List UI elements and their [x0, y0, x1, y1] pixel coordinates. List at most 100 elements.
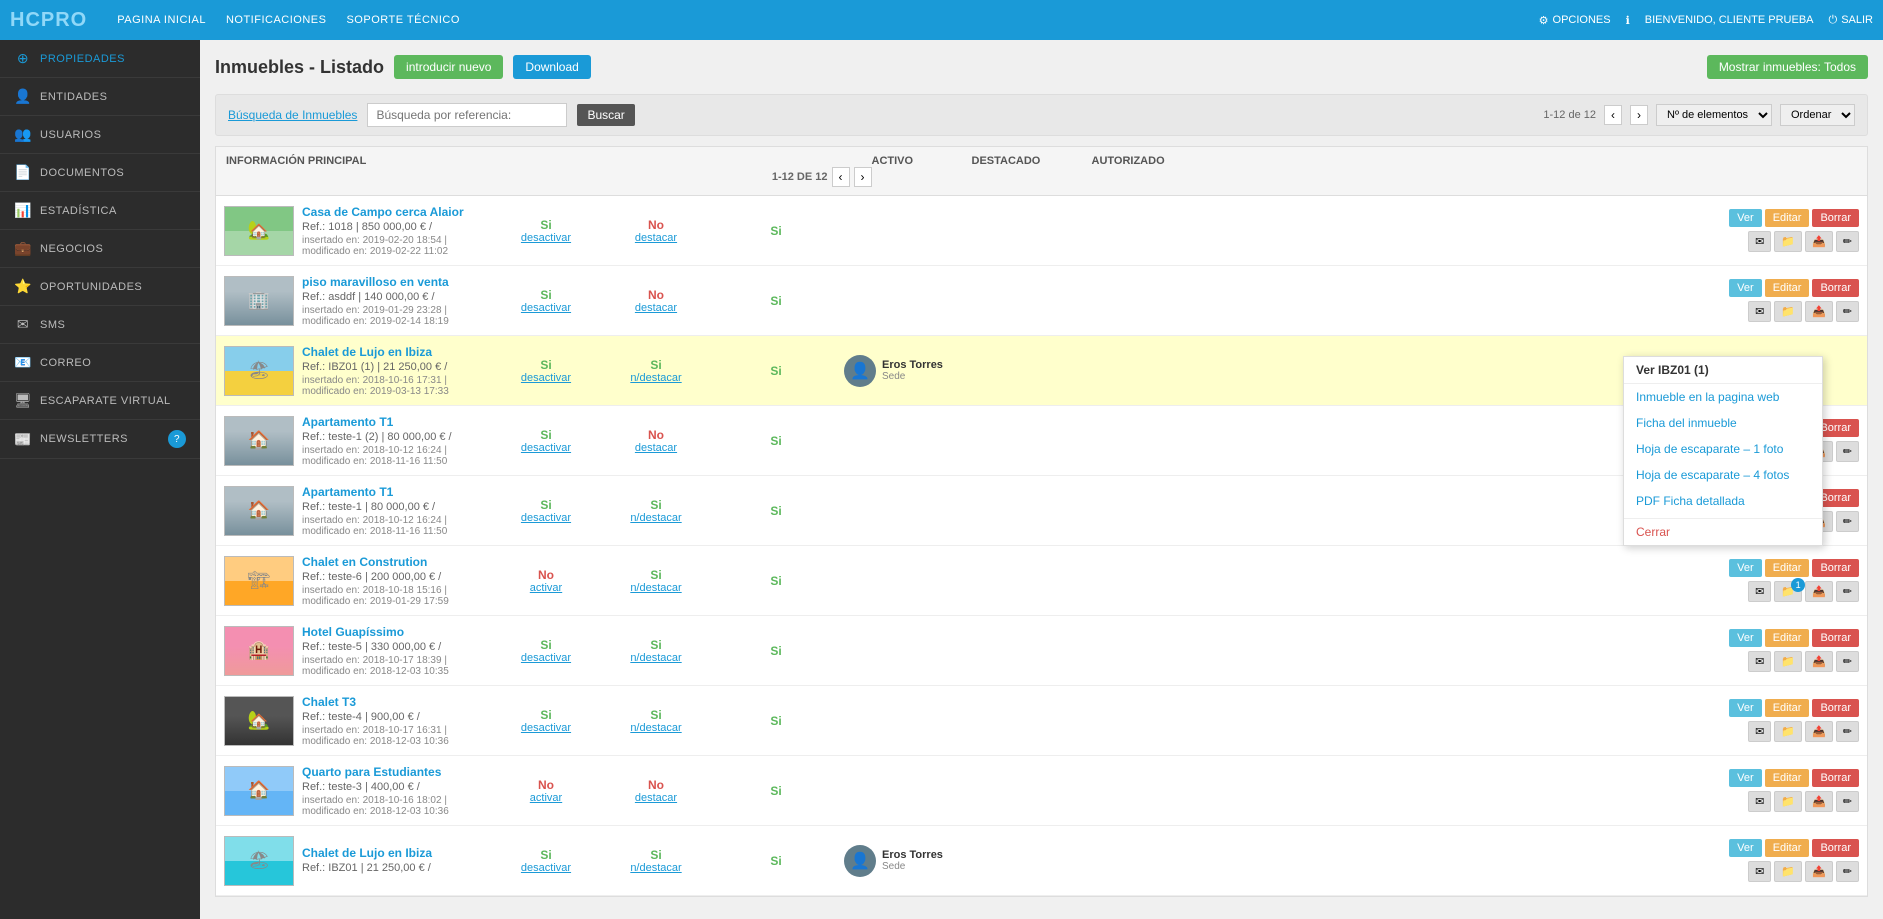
btn-download[interactable]: Download [513, 55, 590, 79]
btn-editar-10[interactable]: Editar [1765, 839, 1810, 857]
options-button[interactable]: ⚙ OPCIONES [1539, 14, 1611, 27]
btn-borrar-2[interactable]: Borrar [1812, 279, 1859, 297]
folder-icon-btn-1[interactable]: 📁 [1774, 231, 1802, 252]
edit-icon-btn-6[interactable]: ✏ [1836, 581, 1859, 602]
folder-icon-btn-2[interactable]: 📁 [1774, 301, 1802, 322]
edit-icon-btn-5[interactable]: ✏ [1836, 511, 1859, 532]
edit-icon-btn-9[interactable]: ✏ [1836, 791, 1859, 812]
destacado-link-4[interactable]: destacar [600, 442, 712, 454]
destacado-link-1[interactable]: destacar [600, 232, 712, 244]
table-prev-btn[interactable]: ‹ [832, 167, 850, 187]
prop-name-2[interactable]: piso maravilloso en venta [302, 275, 449, 289]
edit-icon-btn-10[interactable]: ✏ [1836, 861, 1859, 882]
share-icon-btn-7[interactable]: 📤 [1805, 651, 1833, 672]
btn-editar-9[interactable]: Editar [1765, 769, 1810, 787]
edit-icon-btn-4[interactable]: ✏ [1836, 441, 1859, 462]
dropdown-item-web[interactable]: Inmueble en la pagina web [1624, 384, 1822, 410]
btn-editar-1[interactable]: Editar [1765, 209, 1810, 227]
share-icon-btn-8[interactable]: 📤 [1805, 721, 1833, 742]
btn-borrar-1[interactable]: Borrar [1812, 209, 1859, 227]
btn-ver-6[interactable]: Ver [1729, 559, 1762, 577]
table-next-btn[interactable]: › [854, 167, 872, 187]
prev-page-btn[interactable]: ‹ [1604, 105, 1622, 125]
folder-icon-btn-10[interactable]: 📁 [1774, 861, 1802, 882]
prop-name-5[interactable]: Apartamento T1 [302, 485, 393, 499]
btn-editar-6[interactable]: Editar [1765, 559, 1810, 577]
dropdown-item-ficha[interactable]: Ficha del inmueble [1624, 410, 1822, 436]
folder-icon-btn-7[interactable]: 📁 [1774, 651, 1802, 672]
destacado-link-8[interactable]: n/destacar [600, 722, 712, 734]
destacado-link-5[interactable]: n/destacar [600, 512, 712, 524]
prop-name-9[interactable]: Quarto para Estudiantes [302, 765, 441, 779]
btn-editar-7[interactable]: Editar [1765, 629, 1810, 647]
activo-link-8[interactable]: desactivar [500, 722, 592, 734]
nav-notificaciones[interactable]: NOTIFICACIONES [226, 14, 327, 26]
activo-link-6[interactable]: activar [500, 582, 592, 594]
btn-editar-8[interactable]: Editar [1765, 699, 1810, 717]
email-icon-btn-6[interactable]: ✉ [1748, 581, 1771, 602]
folder-icon-btn-6[interactable]: 📁1 [1774, 581, 1802, 602]
destacado-link-3[interactable]: n/destacar [600, 372, 712, 384]
btn-mostrar-inmuebles[interactable]: Mostrar inmuebles: Todos [1707, 55, 1868, 79]
dropdown-item-hoja4[interactable]: Hoja de escaparate – 4 fotos [1624, 462, 1822, 488]
share-icon-btn-6[interactable]: 📤 [1805, 581, 1833, 602]
btn-borrar-8[interactable]: Borrar [1812, 699, 1859, 717]
sidebar-item-newsletters[interactable]: 📰 NEWSLETTERS ? [0, 420, 200, 459]
sidebar-item-escaparate[interactable]: 🖥 ESCAPARATE VIRTUAL [0, 382, 200, 420]
prop-name-1[interactable]: Casa de Campo cerca Alaior [302, 205, 464, 219]
folder-icon-btn-8[interactable]: 📁 [1774, 721, 1802, 742]
share-icon-btn-9[interactable]: 📤 [1805, 791, 1833, 812]
busqueda-inmuebles-link[interactable]: Búsqueda de Inmuebles [228, 108, 357, 122]
btn-borrar-7[interactable]: Borrar [1812, 629, 1859, 647]
email-icon-btn-9[interactable]: ✉ [1748, 791, 1771, 812]
btn-ver-2[interactable]: Ver [1729, 279, 1762, 297]
activo-link-2[interactable]: desactivar [500, 302, 592, 314]
sidebar-item-oportunidades[interactable]: ⭐ OPORTUNIDADES [0, 268, 200, 306]
btn-editar-2[interactable]: Editar [1765, 279, 1810, 297]
prop-name-3[interactable]: Chalet de Lujo en Ibiza [302, 345, 432, 359]
btn-introducir-nuevo[interactable]: introducir nuevo [394, 55, 503, 79]
edit-icon-btn-2[interactable]: ✏ [1836, 301, 1859, 322]
nav-pagina-inicial[interactable]: PAGINA INICIAL [117, 14, 206, 26]
nav-soporte[interactable]: SOPORTE TÉCNICO [346, 14, 459, 26]
sidebar-item-usuarios[interactable]: 👥 USUARIOS [0, 116, 200, 154]
sidebar-item-documentos[interactable]: 📄 DOCUMENTOS [0, 154, 200, 192]
prop-name-4[interactable]: Apartamento T1 [302, 415, 393, 429]
btn-borrar-9[interactable]: Borrar [1812, 769, 1859, 787]
order-select[interactable]: Ordenar [1780, 104, 1855, 126]
btn-ver-1[interactable]: Ver [1729, 209, 1762, 227]
email-icon-btn-7[interactable]: ✉ [1748, 651, 1771, 672]
destacado-link-9[interactable]: destacar [600, 792, 712, 804]
edit-icon-btn-1[interactable]: ✏ [1836, 231, 1859, 252]
activo-link-10[interactable]: desactivar [500, 862, 592, 874]
btn-borrar-10[interactable]: Borrar [1812, 839, 1859, 857]
folder-icon-btn-9[interactable]: 📁 [1774, 791, 1802, 812]
dropdown-item-hoja1[interactable]: Hoja de escaparate – 1 foto [1624, 436, 1822, 462]
activo-link-5[interactable]: desactivar [500, 512, 592, 524]
share-icon-btn-2[interactable]: 📤 [1805, 301, 1833, 322]
email-icon-btn-1[interactable]: ✉ [1748, 231, 1771, 252]
elements-select[interactable]: Nº de elementos [1656, 104, 1772, 126]
btn-ver-8[interactable]: Ver [1729, 699, 1762, 717]
email-icon-btn-2[interactable]: ✉ [1748, 301, 1771, 322]
destacado-link-2[interactable]: destacar [600, 302, 712, 314]
next-page-btn[interactable]: › [1630, 105, 1648, 125]
prop-name-7[interactable]: Hotel Guapíssimo [302, 625, 404, 639]
activo-link-7[interactable]: desactivar [500, 652, 592, 664]
btn-buscar[interactable]: Buscar [577, 104, 634, 126]
share-icon-btn-1[interactable]: 📤 [1805, 231, 1833, 252]
edit-icon-btn-8[interactable]: ✏ [1836, 721, 1859, 742]
btn-ver-7[interactable]: Ver [1729, 629, 1762, 647]
activo-link-9[interactable]: activar [500, 792, 592, 804]
destacado-link-6[interactable]: n/destacar [600, 582, 712, 594]
sidebar-item-sms[interactable]: ✉ SMS [0, 306, 200, 344]
destacado-link-10[interactable]: n/destacar [600, 862, 712, 874]
sidebar-item-propiedades[interactable]: ⊕ PROPIEDADES [0, 40, 200, 78]
dropdown-item-cerrar[interactable]: Cerrar [1624, 518, 1822, 545]
edit-icon-btn-7[interactable]: ✏ [1836, 651, 1859, 672]
btn-ver-9[interactable]: Ver [1729, 769, 1762, 787]
prop-name-8[interactable]: Chalet T3 [302, 695, 356, 709]
sidebar-item-entidades[interactable]: 👤 ENTIDADES [0, 78, 200, 116]
share-icon-btn-10[interactable]: 📤 [1805, 861, 1833, 882]
sidebar-item-correo[interactable]: 📧 CORREO [0, 344, 200, 382]
